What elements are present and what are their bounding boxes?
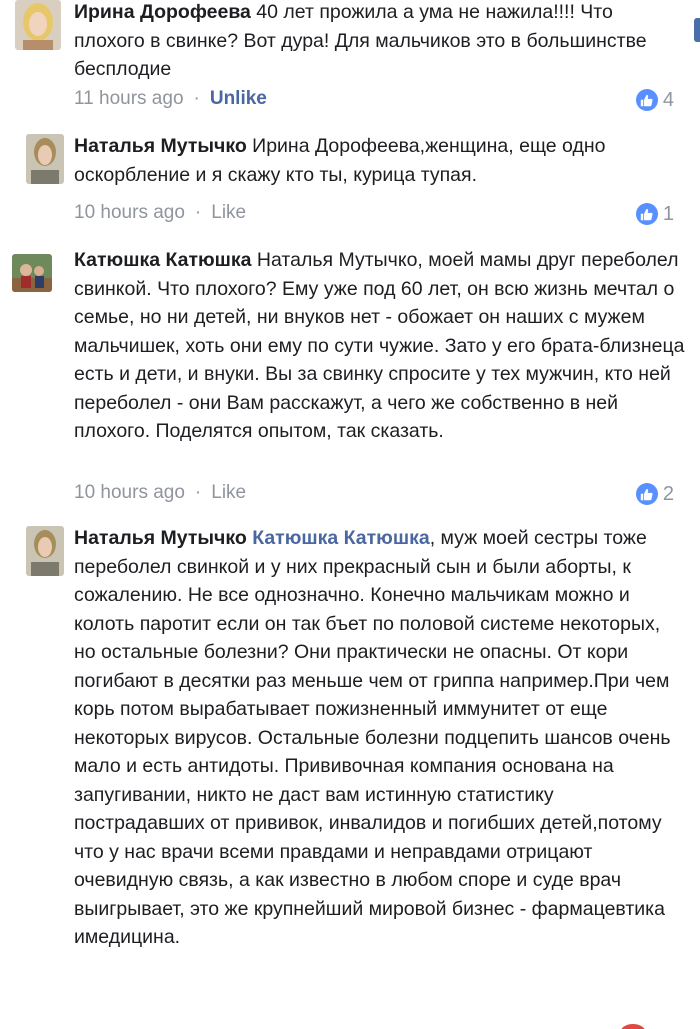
comment-author[interactable]: Ирина Дорофеева <box>74 1 251 23</box>
avatar[interactable] <box>15 0 61 50</box>
comment-thread: Ирина Дорофеева 40 лет прожила а ума не … <box>0 0 700 1029</box>
like-count: 1 <box>662 203 674 225</box>
like-button[interactable]: Like <box>211 202 246 223</box>
avatar[interactable] <box>26 526 64 576</box>
comment-message: , муж моей сестры тоже переболел свинкой… <box>74 527 671 948</box>
mention-link[interactable]: Катюшка Катюшка <box>252 527 430 549</box>
comment-body: Наталья Мутычко Ирина Дорофеева,женщина,… <box>74 132 686 189</box>
like-button[interactable]: Like <box>211 482 246 503</box>
like-count: 2 <box>662 483 674 505</box>
comment-time[interactable]: 11 hours ago <box>74 88 184 109</box>
separator: · <box>193 88 200 109</box>
comment-author[interactable]: Наталья Мутычко <box>74 527 247 549</box>
user-avatar-icon <box>15 0 61 50</box>
like-count: 4 <box>662 89 674 111</box>
separator: · <box>194 482 202 503</box>
comment-meta: 10 hours ago · Like <box>74 200 246 226</box>
comment-text: Ирина Дорофеева 40 лет прожила а ума не … <box>74 0 686 84</box>
comment-author[interactable]: Наталья Мутычко <box>74 135 247 157</box>
reaction-indicator <box>620 1024 646 1029</box>
user-avatar-icon <box>12 254 52 292</box>
unlike-button[interactable]: Unlike <box>210 88 267 109</box>
avatar[interactable] <box>26 134 64 184</box>
thumbs-up-icon <box>635 89 658 111</box>
comment-author[interactable]: Катюшка Катюшка <box>74 249 252 271</box>
comment-body: Ирина Дорофеева 40 лет прожила а ума не … <box>74 0 686 84</box>
comment-time[interactable]: 10 hours ago <box>74 202 185 223</box>
thumbs-up-icon <box>635 203 658 225</box>
comment-text: Наталья Мутычко Катюшка Катюшка, муж мое… <box>74 524 686 952</box>
reaction-count[interactable]: 4 <box>635 87 674 113</box>
comment-message: Наталья Мутычко, моей мамы друг переболе… <box>74 249 685 442</box>
avatar[interactable] <box>12 254 52 292</box>
comment-text: Наталья Мутычко Ирина Дорофеева,женщина,… <box>74 132 686 189</box>
reaction-count[interactable]: 1 <box>635 201 674 227</box>
comment-text: Катюшка Катюшка Наталья Мутычко, моей ма… <box>74 246 686 446</box>
comment-body: Наталья Мутычко Катюшка Катюшка, муж мое… <box>74 524 686 952</box>
comment-meta: 11 hours ago · Unlike <box>74 86 267 112</box>
thumbs-up-icon <box>635 483 658 505</box>
scroll-indicator <box>694 18 700 42</box>
comment-time[interactable]: 10 hours ago <box>74 482 185 503</box>
comment-meta: 10 hours ago · Like <box>74 480 246 506</box>
user-avatar-icon <box>26 134 64 184</box>
user-avatar-icon <box>26 526 64 576</box>
comment-body: Катюшка Катюшка Наталья Мутычко, моей ма… <box>74 246 686 446</box>
reaction-count[interactable]: 2 <box>635 481 674 507</box>
separator: · <box>194 202 202 223</box>
